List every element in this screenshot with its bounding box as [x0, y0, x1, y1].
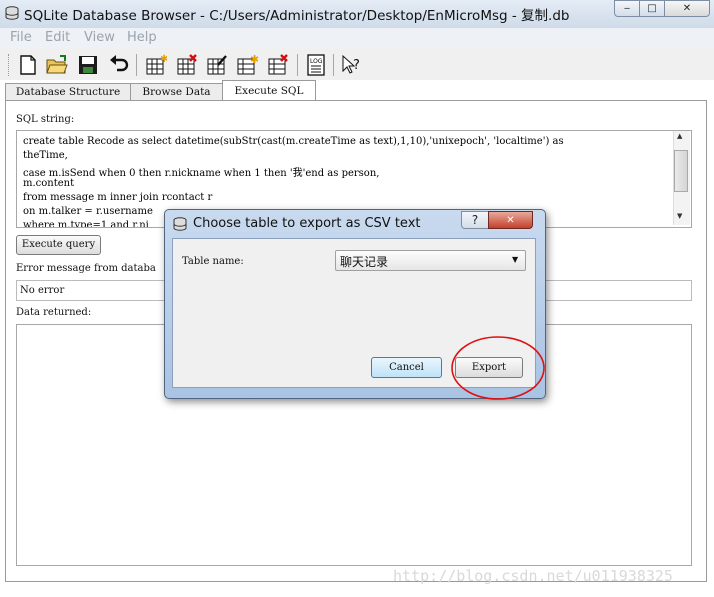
- data-returned-label: Data returned:: [16, 307, 92, 318]
- modify-table-icon[interactable]: [206, 54, 228, 76]
- menu-edit[interactable]: Edit: [45, 30, 70, 45]
- database-icon: [173, 217, 187, 231]
- save-icon[interactable]: [77, 54, 99, 76]
- log-icon[interactable]: LOG: [305, 54, 327, 76]
- create-index-icon[interactable]: ✱: [236, 54, 258, 76]
- create-table-icon[interactable]: ✱: [145, 54, 167, 76]
- menu-file[interactable]: File: [10, 30, 32, 45]
- error-message-label: Error message from databa: [16, 263, 156, 274]
- toolbar-separator: [333, 54, 334, 76]
- maximize-button[interactable]: □: [639, 0, 665, 17]
- open-database-icon[interactable]: [46, 54, 68, 76]
- tab-browse-data[interactable]: Browse Data: [130, 83, 223, 101]
- sql-line: m.content: [23, 178, 75, 189]
- svg-text:?: ?: [353, 58, 360, 73]
- tab-database-structure[interactable]: Database Structure: [5, 83, 131, 101]
- menu-help[interactable]: Help: [127, 30, 157, 45]
- scroll-up-arrow-icon[interactable]: ▲: [677, 132, 682, 140]
- new-database-icon[interactable]: [17, 54, 39, 76]
- menu-view[interactable]: View: [84, 30, 115, 45]
- database-icon: [5, 6, 19, 20]
- table-name-select[interactable]: 聊天记录 ▼: [335, 250, 526, 271]
- dialog-title: Choose table to export as CSV text: [193, 216, 421, 231]
- scrollbar-thumb[interactable]: [674, 150, 688, 192]
- toolbar-separator: [136, 54, 137, 76]
- sql-line: case m.isSend when 0 then r.nickname whe…: [23, 168, 380, 179]
- chevron-down-icon: ▼: [512, 255, 519, 264]
- sql-line: where m.type=1 and r.ni: [23, 220, 149, 228]
- sql-line: create table Recode as select datetime(s…: [23, 136, 564, 147]
- watermark: http://blog.csdn.net/u011938325: [393, 567, 673, 585]
- close-button[interactable]: ✕: [664, 0, 710, 17]
- error-message-value: No error: [20, 285, 65, 296]
- undo-icon[interactable]: [108, 54, 130, 76]
- tab-execute-sql[interactable]: Execute SQL: [222, 80, 316, 102]
- svg-text:✱: ✱: [250, 54, 258, 66]
- dialog-close-button[interactable]: ✕: [488, 211, 533, 229]
- whats-this-icon[interactable]: ?: [340, 54, 362, 76]
- svg-text:✱: ✱: [160, 54, 167, 65]
- toolbar-separator: [297, 54, 298, 76]
- dialog-help-button[interactable]: ?: [461, 211, 489, 229]
- minimize-button[interactable]: ‒: [614, 0, 640, 17]
- window-title: SQLite Database Browser - C:/Users/Admin…: [24, 8, 570, 24]
- sql-line: on m.talker = r.username: [23, 206, 153, 217]
- toolbar-grip: [8, 54, 11, 76]
- annotation-circle: [451, 336, 545, 400]
- cancel-button[interactable]: Cancel: [371, 357, 442, 378]
- log-icon-label: LOG: [310, 58, 323, 65]
- sql-string-label: SQL string:: [16, 114, 75, 125]
- scroll-down-arrow-icon[interactable]: ▼: [677, 212, 682, 220]
- sql-line: from message m inner join rcontact r: [23, 192, 213, 203]
- table-name-label: Table name:: [182, 256, 244, 267]
- sql-line: theTime,: [23, 150, 68, 161]
- delete-table-icon[interactable]: [176, 54, 198, 76]
- delete-index-icon[interactable]: [267, 54, 289, 76]
- table-name-value: 聊天记录: [340, 255, 389, 269]
- execute-query-button[interactable]: Execute query: [16, 235, 101, 255]
